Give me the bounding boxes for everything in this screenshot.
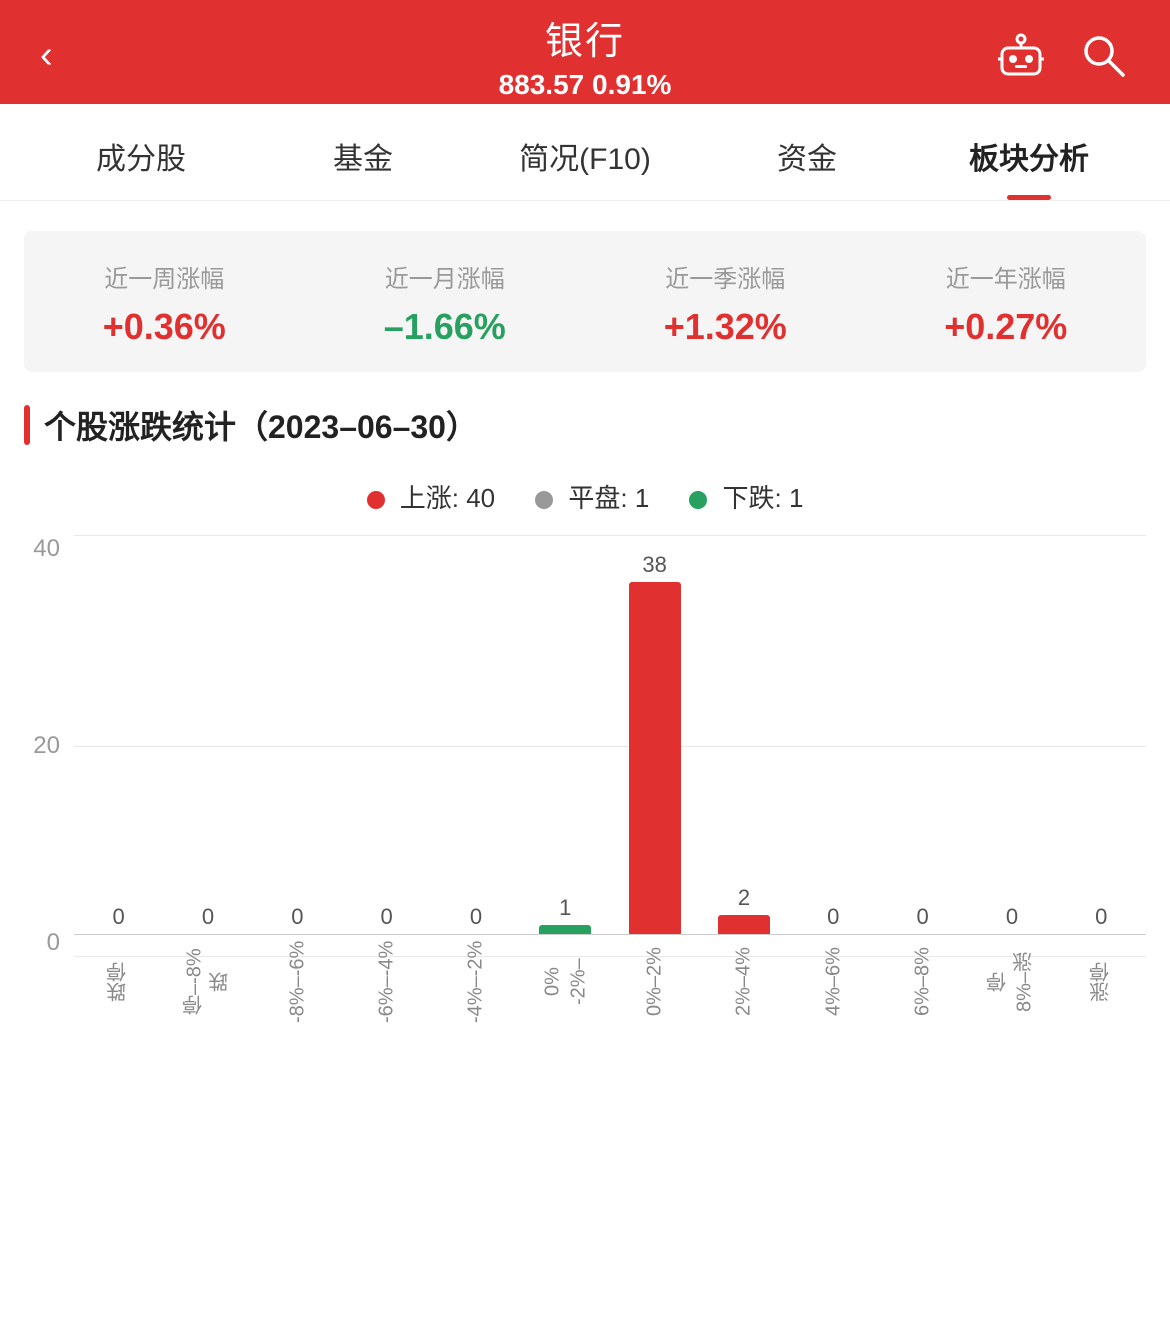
x-label-10: 8%–涨停 (967, 947, 1056, 1017)
stat-year-label: 近一年涨幅 (866, 259, 1147, 294)
header-subtitle: 883.57 0.91% (499, 69, 672, 101)
y-label-0: 0 (47, 929, 60, 957)
chart-area: 40 20 0 0000013820000 跌停跌停–-8%-8%–-6%-6%… (24, 535, 1146, 1017)
bar-value-11: 0 (1095, 904, 1107, 930)
x-label-11: 涨停 (1057, 947, 1146, 1017)
bar-rect-7 (718, 915, 770, 934)
tab-fund[interactable]: 基金 (252, 104, 474, 200)
x-label-5: -2%–0% (521, 947, 610, 1017)
bar-group-3: 0 (342, 535, 431, 934)
chart-inner: 0 0 0 0 0 1 38 2 0 0 0 0 跌停跌停–-8%-8%–-6%-6%–-4%-4%–… (74, 535, 1146, 1017)
header-center: 银行 883.57 0.91% (499, 10, 672, 101)
bar-rect-5 (539, 925, 591, 934)
legend-up: 上涨: 40 (367, 478, 496, 515)
stat-quarter-value: +1.32% (585, 306, 866, 348)
section-title: 个股涨跌统计（2023–06–30） (24, 402, 1146, 448)
bar-group-6: 38 (610, 535, 699, 934)
bar-group-11: 0 (1057, 535, 1146, 934)
bar-value-10: 0 (1006, 904, 1018, 930)
legend-flat-dot (535, 491, 553, 509)
stat-quarter: 近一季涨幅 +1.32% (585, 259, 866, 348)
x-label-3: -6%–-4% (342, 947, 431, 1017)
y-label-40: 40 (33, 535, 60, 563)
section-title-text: 个股涨跌统计（2023–06–30） (44, 402, 478, 448)
legend-up-label: 上涨: 40 (400, 483, 495, 513)
legend-flat-label: 平盘: 1 (568, 483, 649, 513)
bar-value-6: 38 (642, 552, 666, 578)
bar-value-3: 0 (381, 904, 393, 930)
bar-group-9: 0 (878, 535, 967, 934)
stat-week-value: +0.36% (24, 306, 305, 348)
x-label-0: 跌停 (74, 947, 163, 1017)
y-label-20: 20 (33, 732, 60, 760)
header-icons (994, 28, 1130, 82)
tab-analysis[interactable]: 板块分析 (918, 104, 1140, 200)
legend-down: 下跌: 1 (689, 478, 803, 515)
stat-quarter-label: 近一季涨幅 (585, 259, 866, 294)
y-axis: 40 20 0 (24, 535, 74, 1017)
stat-week: 近一周涨幅 +0.36% (24, 259, 305, 348)
chart-container: 40 20 0 0000013820000 跌停跌停–-8%-8%–-6%-6%… (0, 535, 1170, 1037)
search-icon[interactable] (1076, 28, 1130, 82)
tab-capital[interactable]: 资金 (696, 104, 918, 200)
bar-group-0: 0 (74, 535, 163, 934)
back-button[interactable]: ‹ (40, 36, 53, 74)
bar-group-8: 0 (789, 535, 878, 934)
legend-flat: 平盘: 1 (535, 478, 649, 515)
stat-year: 近一年涨幅 +0.27% (866, 259, 1147, 348)
page-title: 银行 (499, 10, 672, 65)
tabs-bar: 成分股 基金 简况(F10) 资金 板块分析 (0, 104, 1170, 201)
stat-year-value: +0.27% (866, 306, 1147, 348)
stat-month-label: 近一月涨幅 (305, 259, 586, 294)
bar-group-2: 0 (253, 535, 342, 934)
bar-value-1: 0 (202, 904, 214, 930)
x-label-1: 跌停–-8% (163, 947, 252, 1017)
bar-value-4: 0 (470, 904, 482, 930)
tab-overview[interactable]: 简况(F10) (474, 104, 696, 200)
bar-group-7: 2 (699, 535, 788, 934)
x-labels: 跌停跌停–-8%-8%–-6%-6%–-4%-4%–-2%-2%–0%0%–2%… (74, 943, 1146, 1017)
x-label-6: 0%–2% (610, 947, 699, 1017)
bar-value-8: 0 (827, 904, 839, 930)
x-label-7: 2%–4% (699, 947, 788, 1017)
legend-up-dot (367, 491, 385, 509)
bar-group-4: 0 (431, 535, 520, 934)
x-label-2: -8%–-6% (253, 947, 342, 1017)
robot-icon[interactable] (994, 28, 1048, 82)
bar-value-9: 0 (916, 904, 928, 930)
section-title-bar (24, 405, 30, 445)
bar-rect-6 (629, 582, 681, 934)
stat-week-label: 近一周涨幅 (24, 259, 305, 294)
bar-group-10: 0 (967, 535, 1056, 934)
bar-value-0: 0 (113, 904, 125, 930)
chart-legend: 上涨: 40 平盘: 1 下跌: 1 (0, 478, 1170, 515)
tab-constituent[interactable]: 成分股 (30, 104, 252, 200)
stat-month-value: –1.66% (305, 306, 586, 348)
bar-group-1: 0 (163, 535, 252, 934)
x-label-8: 4%–6% (789, 947, 878, 1017)
stats-row: 近一周涨幅 +0.36% 近一月涨幅 –1.66% 近一季涨幅 +1.32% 近… (24, 231, 1146, 372)
stat-month: 近一月涨幅 –1.66% (305, 259, 586, 348)
bar-group-5: 1 (521, 535, 610, 934)
header: ‹ 银行 883.57 0.91% (0, 0, 1170, 104)
x-label-4: -4%–-2% (431, 947, 520, 1017)
bar-value-5: 1 (559, 895, 571, 921)
bar-value-7: 2 (738, 885, 750, 911)
x-label-9: 6%–8% (878, 947, 967, 1017)
legend-down-label: 下跌: 1 (723, 483, 804, 513)
bar-value-2: 0 (291, 904, 303, 930)
bars-area: 0 0 0 0 0 1 38 2 0 0 0 0 (74, 535, 1146, 935)
legend-down-dot (689, 491, 707, 509)
